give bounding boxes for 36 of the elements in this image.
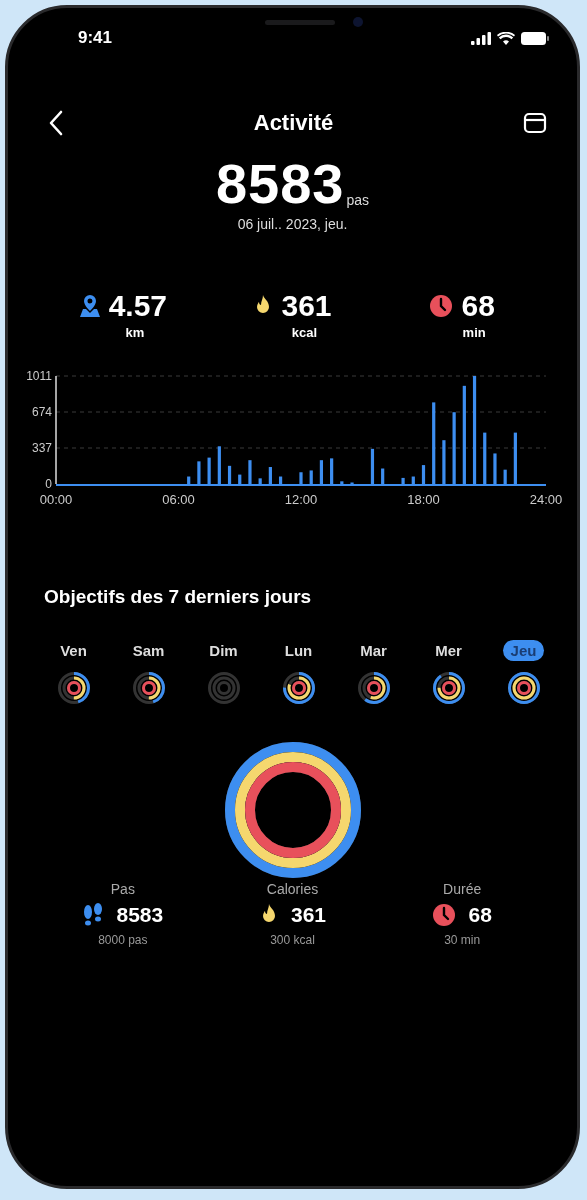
y-tick-label: 337: [31, 441, 52, 455]
step-unit: pas: [346, 192, 370, 208]
goal-value: 68: [468, 903, 492, 927]
goal-label: Calories: [266, 881, 319, 897]
stat-value: 361: [281, 289, 332, 323]
day-tab[interactable]: Ven: [52, 640, 95, 661]
day-tab[interactable]: Mar: [352, 640, 395, 661]
goal-target: 300 kcal: [270, 933, 315, 947]
x-tick-label: 00:00: [39, 492, 73, 507]
step-count: 8583: [215, 156, 345, 212]
goal-label: Pas: [110, 881, 135, 897]
x-tick-label: 12:00: [284, 492, 318, 507]
day-tab[interactable]: Mer: [427, 640, 470, 661]
x-tick-label: 24:00: [529, 492, 563, 507]
y-tick-label: 0: [45, 477, 52, 491]
section-title: Objectifs des 7 derniers jours: [44, 586, 313, 608]
x-tick-label: 06:00: [162, 492, 195, 507]
y-tick-label: 1011: [26, 369, 52, 383]
goal-label: Durée: [443, 881, 482, 897]
y-tick-label: 674: [31, 405, 52, 419]
date-label: 06 juil.. 2023, jeu.: [237, 216, 348, 232]
day-tab[interactable]: Dim: [201, 640, 246, 661]
stat-unit: km: [124, 325, 145, 340]
goal-value: 8583: [116, 903, 164, 927]
stat-value: 4.57: [108, 289, 167, 323]
goal-value: 361: [290, 903, 326, 927]
x-tick-label: 18:00: [407, 492, 440, 507]
day-tab[interactable]: Sam: [124, 640, 173, 661]
status-time: 9:41: [78, 28, 113, 48]
goal-target: 30 min: [444, 933, 481, 947]
stat-unit: kcal: [290, 325, 318, 340]
stat-unit: min: [461, 325, 486, 340]
day-tab[interactable]: Lun: [276, 640, 321, 661]
goal-target: 8000 pas: [98, 933, 148, 947]
stat-value: 68: [461, 289, 495, 323]
screen-title: Activité: [253, 110, 334, 136]
